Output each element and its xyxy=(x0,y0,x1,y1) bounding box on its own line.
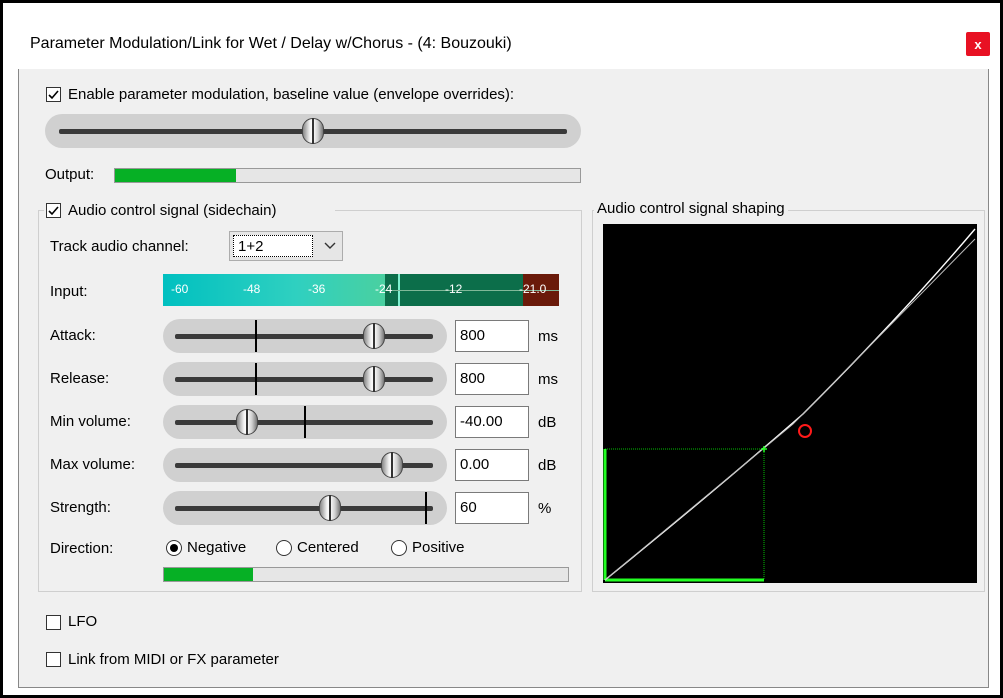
max-volume-unit: dB xyxy=(538,457,557,474)
track-channel-label: Track audio channel: xyxy=(50,238,189,255)
baseline-slider-thumb[interactable] xyxy=(302,118,324,144)
lfo-checkbox[interactable] xyxy=(46,615,61,630)
chevron-down-icon xyxy=(324,242,336,249)
max-volume-label: Max volume: xyxy=(50,456,136,473)
release-unit: ms xyxy=(538,371,558,388)
slider-groove xyxy=(175,377,433,382)
direction-negative-radio[interactable] xyxy=(166,540,182,556)
enable-modulation-label: Enable parameter modulation, baseline va… xyxy=(68,86,515,103)
input-scale-12: -12 xyxy=(445,282,463,296)
attack-default-tick xyxy=(254,320,257,352)
strength-slider[interactable] xyxy=(163,491,447,525)
direction-meter-fill xyxy=(164,568,253,581)
release-label: Release: xyxy=(50,370,110,387)
output-meter-fill xyxy=(115,169,236,182)
check-icon xyxy=(48,206,59,216)
attack-label: Attack: xyxy=(50,327,96,344)
direction-centered-radio[interactable] xyxy=(276,540,292,556)
input-meter: -60 -48 -36 -24 -12 -21.0 xyxy=(163,274,559,306)
track-channel-value: 1+2 xyxy=(233,235,313,257)
direction-positive-label: Positive xyxy=(412,539,465,556)
input-scale-36: -36 xyxy=(308,282,326,296)
audio-control-checkbox[interactable] xyxy=(46,203,61,218)
graph-background xyxy=(603,224,977,583)
audio-control-group xyxy=(38,210,582,592)
release-default-tick xyxy=(254,363,257,395)
max-volume-value-input[interactable]: 0.00 xyxy=(455,449,529,481)
enable-modulation-checkbox[interactable] xyxy=(46,87,61,102)
attack-value-input[interactable]: 800 xyxy=(455,320,529,352)
direction-meter xyxy=(163,567,569,582)
lfo-label: LFO xyxy=(68,613,98,630)
dialog-title: Parameter Modulation/Link for Wet / Dela… xyxy=(30,35,512,52)
min-volume-value-input[interactable]: -40.00 xyxy=(455,406,529,438)
strength-label: Strength: xyxy=(50,499,111,516)
min-volume-unit: dB xyxy=(538,414,557,431)
shaping-graph[interactable] xyxy=(603,224,977,583)
direction-positive-radio[interactable] xyxy=(391,540,407,556)
direction-label: Direction: xyxy=(50,540,114,557)
release-value-input[interactable]: 800 xyxy=(455,363,529,395)
max-volume-slider-thumb[interactable] xyxy=(380,452,403,478)
baseline-slider[interactable] xyxy=(45,114,581,148)
slider-groove xyxy=(175,506,433,511)
strength-value-input[interactable]: 60 xyxy=(455,492,529,524)
output-label: Output: xyxy=(45,166,95,183)
shaping-label: Audio control signal shaping xyxy=(594,200,788,217)
output-meter xyxy=(114,168,581,183)
input-peak-readout: -21.0 xyxy=(519,282,547,296)
close-icon: x xyxy=(974,36,982,52)
input-label: Input: xyxy=(50,283,88,300)
slider-groove xyxy=(175,334,433,339)
attack-unit: ms xyxy=(538,328,558,345)
strength-default-tick xyxy=(425,492,428,524)
link-checkbox[interactable] xyxy=(46,652,61,667)
audio-control-label: Audio control signal (sidechain) xyxy=(68,202,277,219)
min-volume-slider[interactable] xyxy=(163,405,447,439)
max-volume-slider[interactable] xyxy=(163,448,447,482)
min-volume-slider-thumb[interactable] xyxy=(236,409,259,435)
direction-centered-label: Centered xyxy=(297,539,359,556)
check-icon xyxy=(48,90,59,100)
attack-slider-thumb[interactable] xyxy=(362,323,385,349)
strength-unit: % xyxy=(538,500,552,517)
input-scale-24: -24 xyxy=(375,282,393,296)
release-slider-thumb[interactable] xyxy=(362,366,385,392)
strength-slider-thumb[interactable] xyxy=(318,495,341,521)
close-button[interactable]: x xyxy=(966,32,990,56)
min-volume-default-tick xyxy=(304,406,306,438)
input-scale-60: -60 xyxy=(171,282,189,296)
input-meter-level xyxy=(163,274,385,306)
attack-slider[interactable] xyxy=(163,319,447,353)
link-label: Link from MIDI or FX parameter xyxy=(68,651,279,668)
track-channel-select[interactable]: 1+2 xyxy=(229,231,343,261)
min-volume-label: Min volume: xyxy=(50,413,131,430)
release-slider[interactable] xyxy=(163,362,447,396)
input-scale-48: -48 xyxy=(243,282,261,296)
direction-negative-label: Negative xyxy=(187,539,247,556)
